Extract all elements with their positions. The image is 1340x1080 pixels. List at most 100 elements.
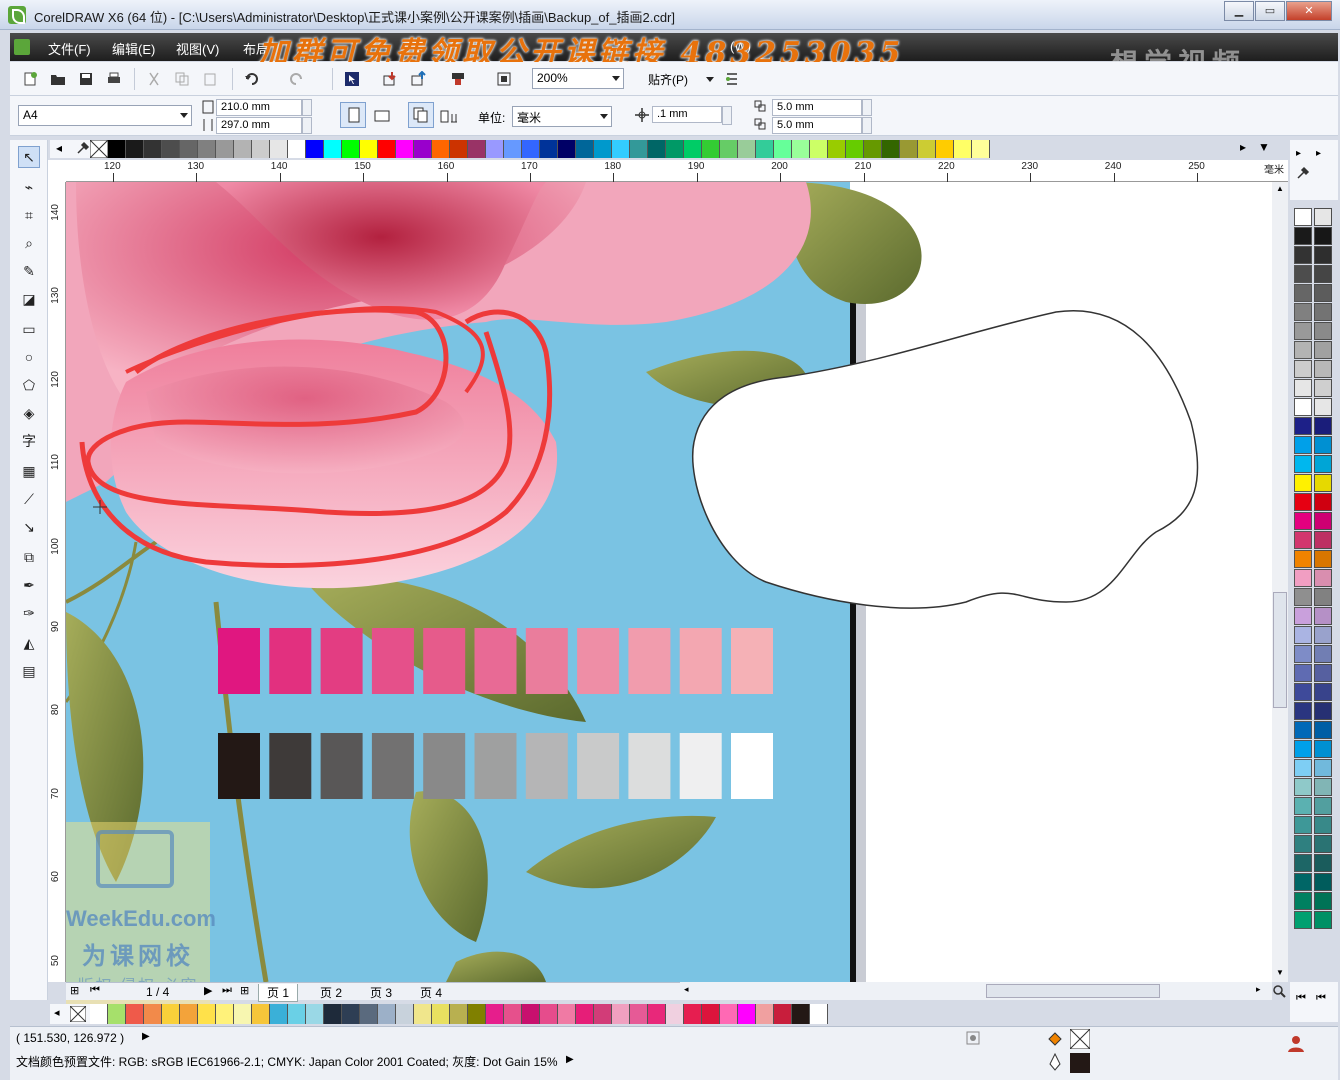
- palette-swatch[interactable]: [1314, 417, 1332, 435]
- zoom-navigator-icon[interactable]: [1272, 984, 1286, 998]
- crop-tool-icon[interactable]: ⌗: [18, 204, 40, 226]
- palette-swatch[interactable]: [1294, 246, 1312, 264]
- palette-swatch[interactable]: [1314, 398, 1332, 416]
- palette-swatch[interactable]: [450, 140, 468, 158]
- palette-swatch[interactable]: [558, 1004, 576, 1024]
- cut-icon[interactable]: [146, 71, 162, 87]
- snap-to-menu[interactable]: 贴齐(P): [648, 71, 688, 88]
- palette-swatch[interactable]: [1314, 683, 1332, 701]
- palette-swatch[interactable]: [1294, 816, 1312, 834]
- palette-swatch[interactable]: [702, 140, 720, 158]
- palette-swatch[interactable]: [162, 140, 180, 158]
- palette-swatch[interactable]: [1314, 379, 1332, 397]
- no-color-swatch[interactable]: [70, 1006, 86, 1022]
- palette-swatch[interactable]: [684, 140, 702, 158]
- color-swatch-rect[interactable]: [474, 733, 517, 799]
- horizontal-ruler[interactable]: 毫米 120 130 140 150 160 170 180 190 200 210 220 230 2…: [66, 160, 1288, 182]
- color-swatch-rect[interactable]: [679, 628, 722, 694]
- zoom-level-combo[interactable]: 200%: [532, 68, 624, 89]
- duplicate-x-spinner[interactable]: [862, 99, 872, 116]
- palette-swatch[interactable]: [738, 140, 756, 158]
- palette-swatch[interactable]: [1314, 455, 1332, 473]
- full-screen-icon[interactable]: [496, 71, 512, 87]
- palette-swatch[interactable]: [1294, 417, 1312, 435]
- color-swatch-rect[interactable]: [371, 628, 414, 694]
- color-swatch-rect[interactable]: [731, 733, 773, 799]
- maximize-button[interactable]: ▭: [1255, 1, 1285, 21]
- redo-icon[interactable]: [288, 71, 304, 87]
- palette-swatch[interactable]: [828, 140, 846, 158]
- first-page-icon[interactable]: ⏮: [90, 984, 100, 997]
- palette-swatch[interactable]: [468, 1004, 486, 1024]
- palette-swatch[interactable]: [936, 140, 954, 158]
- palette-swatch[interactable]: [1314, 588, 1332, 606]
- snap-chevron-down-icon[interactable]: [706, 77, 714, 82]
- color-swatch-rect[interactable]: [269, 628, 312, 694]
- palette-swatch[interactable]: [792, 140, 810, 158]
- palette-scroll-down-icon[interactable]: ⏮: [1316, 992, 1326, 1005]
- palette-swatch[interactable]: [810, 1004, 828, 1024]
- tab-page-1[interactable]: 页 1: [258, 984, 299, 1002]
- copy-icon[interactable]: [174, 71, 190, 87]
- palette-swatch[interactable]: [684, 1004, 702, 1024]
- palette-swatch[interactable]: [1294, 569, 1312, 587]
- save-icon[interactable]: [78, 71, 94, 87]
- palette-swatch[interactable]: [756, 1004, 774, 1024]
- palette-swatch[interactable]: [1294, 607, 1312, 625]
- color-swatch-rect[interactable]: [679, 733, 722, 799]
- palette-swatch[interactable]: [378, 1004, 396, 1024]
- palette-swatch[interactable]: [1294, 778, 1312, 796]
- scroll-up-icon[interactable]: ▲: [1276, 184, 1284, 193]
- palette-swatch[interactable]: [1294, 797, 1312, 815]
- palette-swatch[interactable]: [1294, 474, 1312, 492]
- table-tool-icon[interactable]: ▦: [18, 460, 40, 482]
- fill-tool-icon[interactable]: ◭: [18, 632, 40, 654]
- palette-swatch[interactable]: [1314, 265, 1332, 283]
- menu-file[interactable]: 文件(F): [48, 39, 91, 58]
- page-width-field[interactable]: 210.0 mm: [216, 99, 302, 116]
- palette-swatch[interactable]: [288, 1004, 306, 1024]
- palette-swatch[interactable]: [432, 1004, 450, 1024]
- palette-swatch[interactable]: [612, 1004, 630, 1024]
- palette-swatch[interactable]: [1314, 740, 1332, 758]
- palette-swatch[interactable]: [1314, 284, 1332, 302]
- palette-swatch[interactable]: [1314, 664, 1332, 682]
- nudge-spinner[interactable]: [722, 106, 732, 125]
- polygon-tool-icon[interactable]: ⬠: [18, 374, 40, 396]
- color-swatch-rect[interactable]: [371, 733, 414, 799]
- palette-swatch[interactable]: [414, 1004, 432, 1024]
- scroll-down-icon[interactable]: ▼: [1276, 968, 1284, 977]
- color-swatch-rect[interactable]: [577, 628, 620, 694]
- scroll-left-icon[interactable]: ◂: [684, 984, 689, 995]
- palette-swatch[interactable]: [1314, 246, 1332, 264]
- palette-swatch[interactable]: [792, 1004, 810, 1024]
- palette-swatch[interactable]: [1294, 588, 1312, 606]
- palette-swatch[interactable]: [576, 1004, 594, 1024]
- palette-swatch[interactable]: [486, 1004, 504, 1024]
- palette-swatch[interactable]: [1294, 436, 1312, 454]
- smart-fill-tool-icon[interactable]: ◪: [18, 288, 40, 310]
- palette-swatch[interactable]: [648, 140, 666, 158]
- palette-swatch[interactable]: [1294, 740, 1312, 758]
- palette-swatch[interactable]: [324, 140, 342, 158]
- palette-swatch[interactable]: [1314, 721, 1332, 739]
- palette-swatch[interactable]: [486, 140, 504, 158]
- blend-tool-icon[interactable]: ⧉: [18, 546, 40, 568]
- palette-swatch[interactable]: [720, 1004, 738, 1024]
- palette-swatch[interactable]: [846, 140, 864, 158]
- palette-swatch[interactable]: [1314, 873, 1332, 891]
- paste-icon[interactable]: [202, 71, 218, 87]
- color-swatch-rect[interactable]: [320, 733, 363, 799]
- palette-swatch[interactable]: [972, 140, 990, 158]
- palette-swatch[interactable]: [1314, 892, 1332, 910]
- shape-tool-icon[interactable]: ⌁: [18, 176, 40, 198]
- palette-swatch[interactable]: [1314, 474, 1332, 492]
- document-icon[interactable]: [14, 39, 30, 55]
- freehand-tool-icon[interactable]: ✎: [18, 260, 40, 282]
- palette-swatch[interactable]: [918, 140, 936, 158]
- palette-swatch[interactable]: [504, 140, 522, 158]
- palette-swatch[interactable]: [522, 1004, 540, 1024]
- palette-swatch[interactable]: [1314, 436, 1332, 454]
- page-size-combo[interactable]: A4: [18, 105, 192, 126]
- eyedropper-icon[interactable]: [1296, 166, 1310, 180]
